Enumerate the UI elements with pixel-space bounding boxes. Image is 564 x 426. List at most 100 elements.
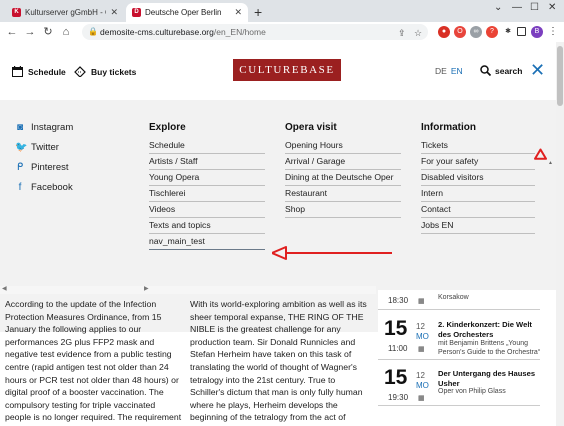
opera-visit-item-shop[interactable]: Shop xyxy=(285,202,401,218)
buy-tickets-link[interactable]: Buy tickets xyxy=(74,66,136,77)
pinterest-icon: ᑭ xyxy=(16,162,24,173)
buy-tickets-label: Buy tickets xyxy=(91,66,137,77)
ring-production-text: With its world-exploring ambition as wel… xyxy=(190,298,372,424)
text-line: sheer temporal expanse, THE RING OF THE xyxy=(190,311,364,322)
text-line: digital proof of a booster vaccination. … xyxy=(5,387,164,398)
lang-en-link[interactable]: EN xyxy=(451,66,463,76)
text-line: Stefan Herheim have taken on this task o… xyxy=(190,349,352,360)
information-menu-list: Tickets For your safety Disabled visitor… xyxy=(421,138,535,234)
warning-triangle-icon xyxy=(534,148,547,160)
explore-item-schedule[interactable]: Schedule xyxy=(149,138,265,154)
extension-adblock-icon[interactable]: ● xyxy=(438,26,450,38)
extension-help-icon[interactable]: ? xyxy=(486,26,498,38)
scroll-right-arrow-icon[interactable]: ▶ xyxy=(144,285,149,292)
tab-strip: K Kulturserver gGmbH - Culturebas ✕ D De… xyxy=(0,0,564,22)
scroll-left-arrow-icon[interactable]: ◀ xyxy=(2,285,7,292)
event-month: 12 MO xyxy=(416,322,429,342)
home-icon[interactable]: ⌂ xyxy=(58,24,74,40)
share-icon[interactable]: ⇪ xyxy=(398,25,406,41)
browser-toolbar: ← → ↻ ⌂ 🔒 demosite-cms.culturebase.org/e… xyxy=(0,22,564,42)
text-line: hours or PCR test not older than 48 hour… xyxy=(5,374,179,385)
instagram-link[interactable]: ◙ Instagram xyxy=(15,122,73,133)
maximize-icon[interactable]: ☐ xyxy=(530,2,539,13)
calendar-icon: ▦ xyxy=(418,346,425,353)
information-item-contact[interactable]: Contact xyxy=(421,202,535,218)
event-title: 2. Kinderkonzert: Die Welt des Orchester… xyxy=(438,320,532,339)
calendar-icon xyxy=(12,66,23,77)
schedule-link[interactable]: Schedule xyxy=(12,66,66,77)
extensions-puzzle-icon[interactable]: ✱ xyxy=(502,26,514,38)
opera-visit-menu-list: Opening Hours Arrival / Garage Dining at… xyxy=(285,138,401,218)
extension-icon[interactable]: ∞ xyxy=(470,26,482,38)
social-label: Pinterest xyxy=(31,162,69,173)
back-arrow-icon[interactable]: ← xyxy=(4,24,20,40)
culturebase-logo[interactable]: CULTUREBASE xyxy=(233,59,341,81)
lang-de-link[interactable]: DE xyxy=(435,66,447,76)
bookmark-star-icon[interactable]: ☆ xyxy=(414,25,422,41)
information-item-intern[interactable]: Intern xyxy=(421,186,535,202)
explore-item-artists[interactable]: Artists / Staff xyxy=(149,154,265,170)
tab-title: Kulturserver gGmbH - Culturebas xyxy=(25,8,106,17)
side-panel-icon[interactable] xyxy=(517,27,526,36)
site-header: Schedule Buy tickets CULTUREBASE DE EN se… xyxy=(0,42,556,100)
information-item-tickets[interactable]: Tickets xyxy=(421,138,535,154)
browser-menu-icon[interactable]: ⋮ xyxy=(547,26,559,38)
close-menu-icon[interactable]: ✕ xyxy=(530,61,545,79)
search-button[interactable]: search xyxy=(480,65,522,76)
search-label: search xyxy=(495,65,523,76)
minimize-icon[interactable]: — xyxy=(512,2,522,13)
forward-arrow-icon[interactable]: → xyxy=(22,24,38,40)
information-item-disabled-visitors[interactable]: Disabled visitors xyxy=(421,170,535,186)
opera-visit-item-opening-hours[interactable]: Opening Hours xyxy=(285,138,401,154)
social-label: Facebook xyxy=(31,182,73,193)
chevron-down-icon[interactable]: ⌄ xyxy=(494,2,502,13)
url-path: /en_EN/home xyxy=(213,27,266,37)
oper-favicon-icon: D xyxy=(132,8,141,17)
opera-visit-item-dining[interactable]: Dining at the Deutsche Oper xyxy=(285,170,401,186)
text-line: performances 2G plus FFP2 mask and xyxy=(5,336,155,347)
event-subtitle: mit Benjamin Brittens „Young Person's Gu… xyxy=(438,340,541,356)
event-row[interactable]: 15 12 MO 11:00 ▦ 2. Kinderkonzert: Die We… xyxy=(378,314,540,360)
browser-tab-kulturserver[interactable]: K Kulturserver gGmbH - Culturebas ✕ xyxy=(6,3,124,22)
explore-heading: Explore xyxy=(149,122,186,133)
information-heading: Information xyxy=(421,122,476,133)
pinterest-link[interactable]: ᑭ Pinterest xyxy=(15,162,69,173)
event-row[interactable]: 18:30 ▦ Korsakow xyxy=(378,290,540,310)
calendar-icon: ▦ xyxy=(418,395,425,402)
text-line: production team. Sir Donald Runnicles an… xyxy=(190,336,356,347)
event-month-num: 12 xyxy=(416,371,425,380)
text-line: January the following applies to our xyxy=(5,324,142,335)
explore-item-videos[interactable]: Videos xyxy=(149,202,265,218)
horizontal-scrollbar[interactable]: ◀ ▶ xyxy=(0,286,376,294)
explore-menu-list: Schedule Artists / Staff Young Opera Tis… xyxy=(149,138,265,250)
corona-info-text: According to the update of the Infection… xyxy=(5,298,183,424)
explore-item-texts[interactable]: Texts and topics xyxy=(149,218,265,234)
window-close-icon[interactable]: ✕ xyxy=(548,2,556,13)
schedule-label: Schedule xyxy=(28,66,66,77)
profile-avatar[interactable]: B xyxy=(531,26,543,38)
twitter-link[interactable]: 🐦 Twitter xyxy=(15,142,59,153)
new-tab-plus-icon[interactable]: + xyxy=(254,4,262,20)
explore-item-nav-main-test[interactable]: nav_main_test xyxy=(149,234,265,250)
event-month: 12 MO xyxy=(416,371,429,391)
opera-visit-item-arrival[interactable]: Arrival / Garage xyxy=(285,154,401,170)
kulturserver-favicon-icon: K xyxy=(12,8,21,17)
explore-item-young-opera[interactable]: Young Opera xyxy=(149,170,265,186)
extension-opera-icon[interactable]: O xyxy=(454,26,466,38)
event-month-num: 12 xyxy=(416,322,425,331)
facebook-link[interactable]: f Facebook xyxy=(15,182,73,193)
scroll-up-arrow-icon[interactable]: ▲ xyxy=(548,160,553,166)
event-row[interactable]: 15 12 MO 19:30 ▦ Der Untergang des Hauses… xyxy=(378,364,540,406)
lock-icon: 🔒 xyxy=(88,27,98,36)
information-item-jobs[interactable]: Jobs EN xyxy=(421,218,535,234)
close-tab-icon[interactable]: ✕ xyxy=(234,7,242,18)
explore-item-tischlerei[interactable]: Tischlerei xyxy=(149,186,265,202)
information-item-safety[interactable]: For your safety xyxy=(421,154,535,170)
close-tab-icon[interactable]: ✕ xyxy=(110,7,118,18)
opera-visit-item-restaurant[interactable]: Restaurant xyxy=(285,186,401,202)
reload-icon[interactable]: ↻ xyxy=(40,24,56,40)
address-bar[interactable]: 🔒 demosite-cms.culturebase.org/en_EN/hom… xyxy=(82,24,428,40)
browser-tab-deutsche-oper[interactable]: D Deutsche Oper Berlin ✕ xyxy=(126,3,248,22)
vertical-scrollbar[interactable] xyxy=(556,42,564,426)
scrollbar-thumb[interactable] xyxy=(557,46,563,106)
